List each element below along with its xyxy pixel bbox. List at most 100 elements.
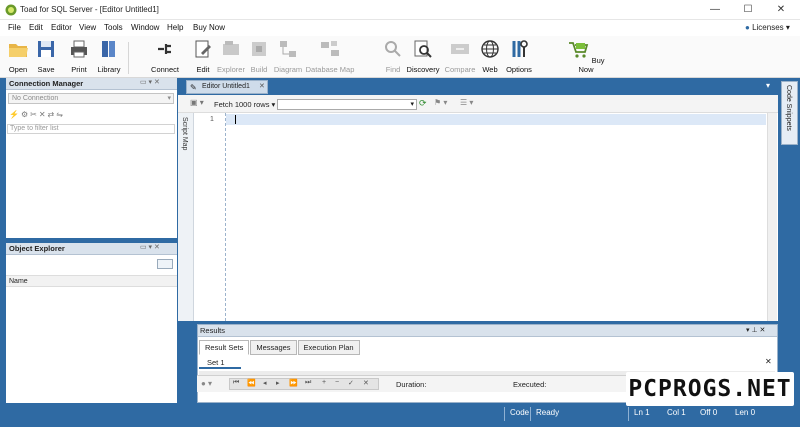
info-icon: ●	[745, 23, 750, 32]
compare-button[interactable]: Compare	[442, 38, 478, 74]
web-label: Web	[482, 65, 498, 74]
object-explorer-panel: Object Explorer ▭ ▾ ✕ Name	[6, 243, 177, 403]
duration-label: Duration:	[396, 380, 427, 389]
library-book-icon	[102, 41, 115, 57]
prev-record-icon[interactable]: ◂	[263, 379, 267, 387]
menu-editor[interactable]: Editor	[51, 23, 72, 32]
menu-window[interactable]: Window	[131, 23, 159, 32]
connection-select[interactable]: No Connection ▾	[8, 93, 174, 104]
menu-view[interactable]: View	[79, 23, 96, 32]
connection-combo[interactable]: ▾	[277, 99, 417, 110]
grid-options-icon[interactable]: ● ▾	[201, 379, 212, 388]
format-icon[interactable]: ☰ ▾	[460, 98, 473, 107]
execute-options-icon[interactable]: ▣ ▾	[190, 98, 204, 107]
menu-file[interactable]: File	[8, 23, 21, 32]
print-button[interactable]: Print	[66, 38, 92, 74]
close-tab-icon[interactable]: ✕	[259, 81, 265, 93]
discovery-label: Discovery	[406, 65, 440, 74]
status-length: Len 0	[735, 408, 756, 417]
connection-action-icons[interactable]: ⚡⚙✂✕⇄⇋	[9, 110, 65, 119]
status-line: Ln 1	[634, 408, 650, 417]
script-map-label: Script Map	[181, 117, 188, 151]
transaction-icon[interactable]: ⚑ ▾	[434, 98, 447, 107]
save-label: Save	[37, 65, 55, 74]
sql-editor-text-area[interactable]	[226, 113, 766, 321]
fetch-rows-label: Fetch 1000 rows	[214, 100, 270, 109]
connection-manager-panel: Connection Manager ▭ ▾ ✕ No Connection ▾ …	[6, 78, 177, 238]
vertical-scrollbar[interactable]	[767, 113, 777, 321]
executed-label: Executed:	[513, 380, 547, 389]
open-button[interactable]: Open	[5, 38, 31, 74]
toolbar-separator	[128, 42, 129, 74]
licenses-label: Licenses	[752, 23, 784, 32]
licenses-menu[interactable]: ● Licenses ▾	[745, 23, 790, 32]
explorer-button[interactable]: Explorer	[216, 38, 246, 74]
tab-result-sets[interactable]: Result Sets	[199, 340, 250, 355]
maximize-button[interactable]: ☐	[733, 0, 763, 20]
editor-area: ✎ Editor Untitled1 ✕ ▾ ▣ ▾ Fetch 1000 ro…	[178, 78, 778, 403]
prev-page-icon[interactable]: ⏪	[247, 379, 256, 387]
status-separator	[530, 407, 531, 421]
editor-options-icon[interactable]: ▾	[766, 81, 770, 90]
minimize-button[interactable]: —	[700, 0, 730, 20]
toad-logo-icon	[5, 4, 17, 16]
menu-tools[interactable]: Tools	[104, 23, 123, 32]
view-mode-icon[interactable]	[157, 259, 173, 269]
panel-options-icon[interactable]: ▭ ▾ ✕	[140, 243, 160, 251]
menu-help[interactable]: Help	[167, 23, 183, 32]
menu-edit[interactable]: Edit	[29, 23, 43, 32]
editor-document-icon: ✎	[190, 83, 197, 92]
window-title: Toad for SQL Server - [Editor Untitled1]	[20, 5, 159, 14]
diagram-button[interactable]: Diagram	[272, 38, 304, 74]
next-page-icon[interactable]: ⏩	[289, 379, 298, 387]
editor-tab[interactable]: ✎ Editor Untitled1 ✕	[186, 80, 268, 94]
post-edit-icon[interactable]: ✓	[348, 379, 354, 387]
filter-input[interactable]: Type to filter list	[7, 124, 175, 134]
find-icon	[385, 41, 401, 57]
script-map-sidebar[interactable]: Script Map	[178, 113, 194, 321]
edit-button[interactable]: Edit	[190, 38, 216, 74]
fetch-rows-dropdown[interactable]: Fetch 1000 rows ▾	[214, 100, 275, 109]
tab-messages[interactable]: Messages	[250, 340, 297, 355]
refresh-icon[interactable]: ⟳	[419, 98, 427, 109]
code-snippets-tab[interactable]: Code Snippets	[781, 81, 798, 145]
tab-execution-plan[interactable]: Execution Plan	[297, 340, 360, 355]
results-title: Results	[198, 325, 777, 337]
diagram-icon	[280, 41, 296, 57]
find-button[interactable]: Find	[382, 38, 404, 74]
cancel-edit-icon[interactable]: ✕	[363, 379, 369, 387]
connect-button[interactable]: Connect	[148, 38, 182, 74]
status-ready: Ready	[536, 408, 560, 417]
database-map-label: Database Map	[305, 65, 355, 74]
discovery-button[interactable]: Discovery	[405, 38, 441, 74]
options-button[interactable]: Options	[503, 38, 535, 74]
first-record-icon[interactable]: ⏮	[233, 379, 239, 387]
plug-icon	[158, 44, 171, 54]
next-record-icon[interactable]: ▸	[276, 379, 280, 387]
library-button[interactable]: Library	[95, 38, 123, 74]
panel-options-icon[interactable]: ▭ ▾ ✕	[140, 78, 160, 86]
status-offset: Off 0	[700, 408, 718, 417]
results-tabs: Result Sets Messages Execution Plan	[199, 340, 360, 355]
name-column-header[interactable]: Name	[6, 275, 177, 287]
menu-buy-now[interactable]: Buy Now	[193, 23, 225, 32]
web-button[interactable]: Web	[479, 38, 501, 74]
shopping-cart-icon	[569, 42, 589, 58]
last-record-icon[interactable]: ⏭	[305, 379, 311, 387]
library-label: Library	[97, 65, 121, 74]
close-icon[interactable]: ✕	[765, 357, 772, 366]
close-button[interactable]: ✕	[766, 0, 796, 20]
delete-record-icon[interactable]: −	[335, 379, 339, 386]
chevron-down-icon: ▾	[167, 95, 171, 102]
status-separator	[628, 407, 629, 421]
insert-record-icon[interactable]: +	[322, 379, 326, 386]
tab-set-1[interactable]: Set 1	[199, 355, 241, 369]
title-bar: Toad for SQL Server - [Editor Untitled1]…	[0, 0, 800, 20]
save-button[interactable]: Save	[33, 38, 59, 74]
panel-options-icon[interactable]: ▾ ⊥ ✕	[746, 326, 765, 334]
build-label: Build	[250, 65, 268, 74]
database-map-button[interactable]: Database Map	[305, 38, 355, 74]
buy-now-button[interactable]: Buy Now	[566, 38, 606, 74]
build-button[interactable]: Build	[248, 38, 270, 74]
code-snippets-label: Code Snippets	[785, 85, 792, 131]
